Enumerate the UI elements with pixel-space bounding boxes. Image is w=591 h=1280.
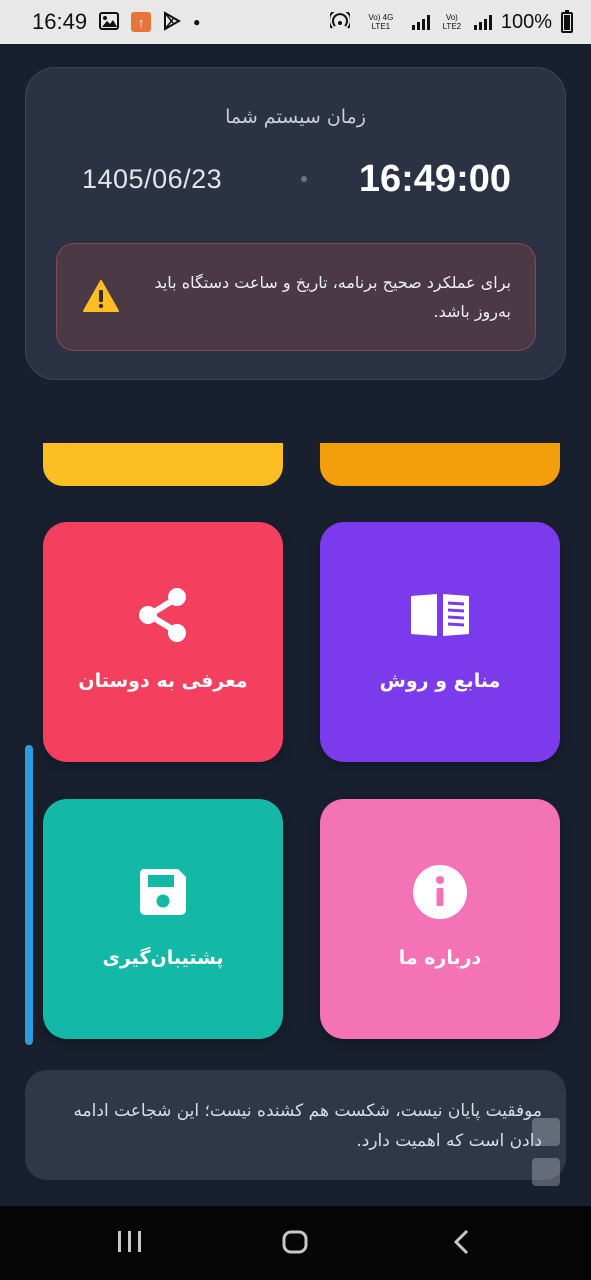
share-with-friends-button[interactable]: معرفی به دوستان (43, 522, 283, 762)
hotspot-icon (327, 8, 352, 33)
home-icon (282, 1230, 308, 1254)
network-2-label: Vo) LTE2 (442, 13, 462, 31)
backup-label: پشتیبان‌گیری (102, 947, 224, 969)
floppy-disk-icon (140, 869, 186, 915)
book-icon (411, 594, 469, 636)
quote-card: موفقیت پایان نیست، شکست هم کشنده نیست؛ ا… (25, 1070, 566, 1180)
tile-partial-right[interactable] (320, 443, 560, 486)
gallery-notification-icon (99, 11, 120, 33)
upload-notification-icon: ↑ (131, 12, 152, 32)
share-label: معرفی به دوستان (78, 670, 248, 692)
quote-text: موفقیت پایان نیست، شکست هم کشنده نیست؛ ا… (73, 1101, 542, 1151)
about-label: درباره ما (398, 947, 482, 969)
date-warning-text: برای عملکرد صحیح برنامه، تاریخ و ساعت دس… (154, 273, 511, 321)
battery-percent: 100% (500, 10, 552, 33)
backup-button[interactable]: پشتیبان‌گیری (43, 799, 283, 1039)
warning-icon (82, 279, 120, 313)
network-1-label: Vo) 4G LTE1 (368, 13, 394, 31)
recent-apps-button[interactable] (117, 1228, 143, 1260)
signal-1-icon (411, 14, 430, 30)
signal-2-icon (473, 14, 492, 30)
tile-partial-left[interactable] (43, 443, 283, 486)
info-icon (413, 865, 467, 919)
recent-apps-icon (118, 1231, 141, 1252)
scrollbar[interactable] (25, 745, 33, 1045)
back-button[interactable] (452, 1228, 472, 1260)
system-time-heading: زمان سیستم شما (225, 106, 366, 128)
date-warning-box: برای عملکرد صحیح برنامه، تاریخ و ساعت دس… (56, 243, 536, 351)
system-navigation-bar (0, 1206, 591, 1280)
system-time-card: زمان سیستم شما 1405/06/23 16:49:00 برای … (25, 67, 566, 380)
back-icon (453, 1229, 469, 1255)
resources-and-method-button[interactable]: منابع و روش (320, 522, 560, 762)
battery-icon (561, 9, 573, 33)
status-bar: 16:49 ↑ ● Vo) 4G LTE1 Vo) LTE2 100% (0, 0, 591, 44)
system-clock: 16:49:00 (358, 158, 511, 200)
separator-dot (301, 176, 307, 182)
about-us-button[interactable]: درباره ما (320, 799, 560, 1039)
status-time: 16:49 (32, 9, 88, 34)
home-button[interactable] (282, 1228, 308, 1260)
resources-label: منابع و روش (379, 670, 501, 692)
more-notifications-dot-icon: ● (193, 15, 201, 29)
system-date: 1405/06/23 (82, 164, 223, 194)
share-icon (139, 588, 186, 642)
play-store-notification-icon (163, 10, 182, 34)
